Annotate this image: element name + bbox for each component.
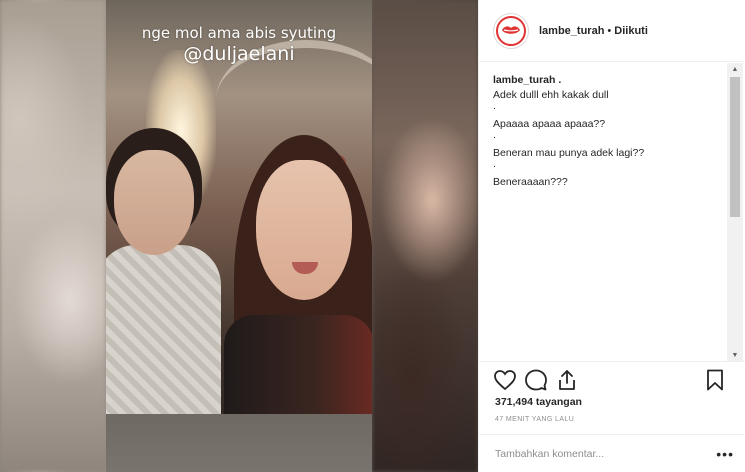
scrollbar-thumb[interactable]: [730, 77, 740, 217]
post-media[interactable]: nge mol ama abis syuting @duljaelani: [0, 0, 478, 472]
post-side-panel: lambe_turah • Diikuti lambe_turah . Adek…: [478, 0, 745, 472]
caption-area: lambe_turah . Adek dulll ehh kakak dull …: [479, 63, 732, 361]
story-video[interactable]: nge mol ama abis syuting @duljaelani: [106, 0, 372, 472]
action-bar: [479, 361, 745, 397]
person-right-body: [224, 315, 372, 425]
caption-line: Beneraaaan???: [493, 175, 568, 188]
bookmark-icon[interactable]: [703, 368, 727, 392]
caption-line: .: [493, 100, 496, 112]
caption-line: .: [493, 129, 496, 141]
header-username-link[interactable]: lambe_turah: [539, 25, 604, 37]
follow-status-button[interactable]: Diikuti: [614, 25, 648, 37]
header-separator: •: [607, 24, 612, 37]
red-lips-icon: [496, 15, 526, 46]
comment-icon[interactable]: [524, 368, 548, 392]
share-icon[interactable]: [555, 368, 579, 392]
blurred-background-right: [372, 0, 478, 472]
comment-input[interactable]: [495, 447, 717, 460]
post-header: lambe_turah • Diikuti: [479, 0, 745, 62]
caption-scrollbar[interactable]: ▲ ▼: [727, 63, 743, 361]
scroll-down-arrow-icon[interactable]: ▼: [727, 349, 743, 361]
caption-line: .: [493, 158, 496, 170]
caption-username[interactable]: lambe_turah .: [493, 73, 718, 88]
caption-line: Apaaaa apaaa apaaa??: [493, 117, 606, 130]
caption-line: Adek dulll ehh kakak dull: [493, 88, 609, 101]
avatar[interactable]: [493, 12, 529, 49]
heart-icon[interactable]: [493, 368, 517, 392]
person-right-face: [256, 160, 352, 300]
story-caption-mention[interactable]: @duljaelani: [106, 43, 372, 65]
story-caption-text: nge mol ama abis syuting: [141, 24, 337, 42]
person-left-face: [114, 150, 194, 255]
post-timestamp[interactable]: 47 MENIT YANG LALU: [495, 416, 574, 423]
view-count[interactable]: 371,494 tayangan: [495, 396, 582, 408]
blurred-background-left: [0, 0, 106, 472]
person-left-body: [106, 245, 221, 425]
more-options-button[interactable]: •••: [716, 446, 734, 462]
story-bottom-bar: [106, 414, 372, 472]
caption-line: Beneran mau punya adek lagi??: [493, 146, 645, 159]
add-comment-bar: •••: [479, 434, 745, 472]
scroll-up-arrow-icon[interactable]: ▲: [727, 63, 743, 75]
